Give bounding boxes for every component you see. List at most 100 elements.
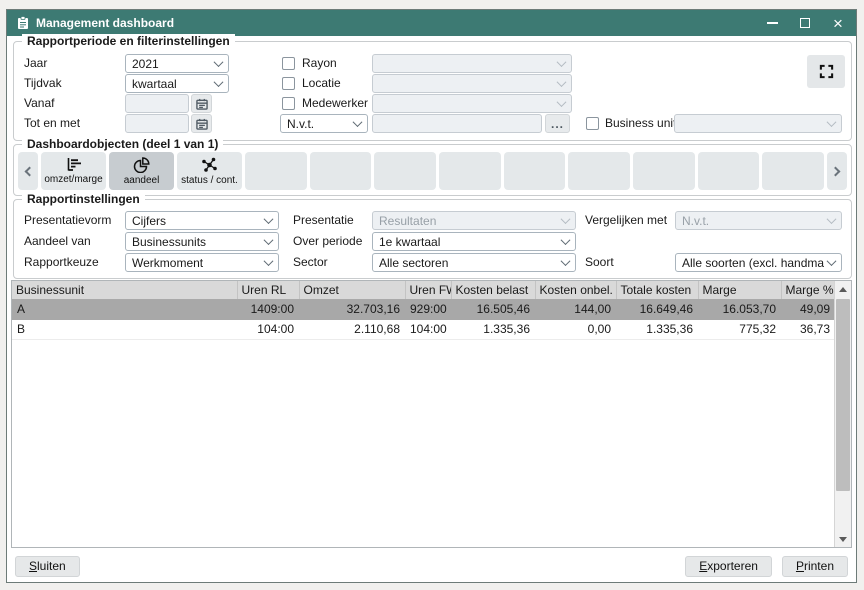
locatie-checkbox[interactable] <box>282 77 295 90</box>
column-header[interactable]: Uren RL <box>237 281 299 299</box>
scroll-left-button[interactable] <box>18 152 38 190</box>
presentatie-select[interactable]: Resultaten <box>372 211 576 230</box>
business-unit-select[interactable] <box>674 114 842 133</box>
table-cell[interactable]: 1409:00 <box>237 299 299 319</box>
section-rapportperiode-legend: Rapportperiode en filterinstellingen <box>22 34 235 48</box>
table-cell[interactable]: 929:00 <box>405 299 451 319</box>
table-cell[interactable]: 104:00 <box>405 319 451 339</box>
dashboard-objects-strip: omzet/marge aandeel status / cont. <box>18 152 847 190</box>
over-periode-select[interactable]: 1e kwartaal <box>372 232 576 251</box>
chevron-down-icon <box>264 214 274 224</box>
tot-en-met-calendar-button[interactable] <box>191 114 212 133</box>
minimize-button[interactable] <box>764 15 780 31</box>
locatie-select[interactable] <box>372 74 572 93</box>
table-cell[interactable]: 1.335,36 <box>616 319 698 339</box>
table-cell[interactable]: 36,73 <box>781 319 835 339</box>
chevron-down-icon <box>827 117 837 127</box>
table-cell[interactable]: 104:00 <box>237 319 299 339</box>
table-row[interactable]: B104:002.110,68104:001.335,360,001.335,3… <box>12 319 835 339</box>
table-cell[interactable]: 16.505,46 <box>451 299 535 319</box>
column-header[interactable]: Kosten belast <box>451 281 535 299</box>
table-cell[interactable]: 144,00 <box>535 299 616 319</box>
fullscreen-button[interactable] <box>807 55 845 88</box>
dashboard-object-slot-empty[interactable] <box>504 152 566 190</box>
vanaf-input[interactable] <box>125 94 189 113</box>
presentatievorm-select[interactable]: Cijfers <box>125 211 279 230</box>
table-cell[interactable]: 2.110,68 <box>299 319 405 339</box>
table-cell[interactable]: 49,09 <box>781 299 835 319</box>
scroll-down-button[interactable] <box>835 531 851 547</box>
filter-value-input[interactable] <box>372 114 542 133</box>
scroll-up-button[interactable] <box>835 281 851 297</box>
table-cell[interactable]: 16.053,70 <box>698 299 781 319</box>
chevron-down-icon <box>264 256 274 266</box>
chevron-left-icon <box>25 166 35 176</box>
dashboard-object-empty-slots <box>245 152 824 190</box>
column-header[interactable]: Marge % <box>781 281 835 299</box>
dashboard-object-slot-empty[interactable] <box>310 152 372 190</box>
dashboard-object-slot-empty[interactable] <box>568 152 630 190</box>
column-header[interactable]: Businessunit <box>12 281 237 299</box>
scrollbar-thumb[interactable] <box>836 299 850 491</box>
locatie-label: Locatie <box>302 74 341 93</box>
close-button[interactable]: × <box>830 15 846 31</box>
maximize-button[interactable] <box>797 15 813 31</box>
dashboard-object-omzet-marge[interactable]: omzet/marge <box>41 152 106 190</box>
over-periode-label: Over periode <box>293 232 362 251</box>
rayon-checkbox[interactable] <box>282 57 295 70</box>
table-cell[interactable]: B <box>12 319 237 339</box>
dashboard-object-status-cont[interactable]: status / cont. <box>177 152 242 190</box>
dashboard-object-slot-empty[interactable] <box>698 152 760 190</box>
column-header[interactable]: Omzet <box>299 281 405 299</box>
sluiten-button[interactable]: Sluiten <box>15 556 80 577</box>
table-cell[interactable]: 32.703,16 <box>299 299 405 319</box>
vertical-scrollbar[interactable] <box>834 281 851 547</box>
rapportkeuze-label: Rapportkeuze <box>24 253 99 272</box>
exporteren-button[interactable]: Exporteren <box>685 556 772 577</box>
rayon-select[interactable] <box>372 54 572 73</box>
column-header[interactable]: Kosten onbel. <box>535 281 616 299</box>
table-row[interactable]: A1409:0032.703,16929:0016.505,46144,0016… <box>12 299 835 319</box>
dashboard-object-slot-empty[interactable] <box>439 152 501 190</box>
table-cell[interactable]: 0,00 <box>535 319 616 339</box>
vanaf-calendar-button[interactable] <box>191 94 212 113</box>
table-cell[interactable]: 775,32 <box>698 319 781 339</box>
column-header[interactable]: Marge <box>698 281 781 299</box>
medewerker-select[interactable] <box>372 94 572 113</box>
dashboard-object-slot-empty[interactable] <box>633 152 695 190</box>
printen-button[interactable]: Printen <box>782 556 848 577</box>
medewerker-checkbox[interactable] <box>282 97 295 110</box>
section-dashboardobjecten-legend: Dashboardobjecten (deel 1 van 1) <box>22 137 223 151</box>
soort-select[interactable]: Alle soorten (excl. handmatig <box>675 253 842 272</box>
rapportkeuze-select[interactable]: Werkmoment <box>125 253 279 272</box>
dashboard-object-slot-empty[interactable] <box>245 152 307 190</box>
browse-button[interactable]: ... <box>545 114 570 133</box>
dashboard-object-aandeel[interactable]: aandeel <box>109 152 174 190</box>
column-header[interactable]: Totale kosten <box>616 281 698 299</box>
scrollbar-track[interactable] <box>835 297 851 531</box>
jaar-select[interactable]: 2021 <box>125 54 229 73</box>
medewerker-label: Medewerker <box>302 94 368 113</box>
tot-en-met-input[interactable] <box>125 114 189 133</box>
vergelijken-met-select[interactable]: N.v.t. <box>675 211 842 230</box>
section-rapportinstellingen: Rapportinstellingen Presentatievorm Cijf… <box>13 199 852 279</box>
chevron-down-icon <box>264 235 274 245</box>
dashboard-object-slot-empty[interactable] <box>374 152 436 190</box>
nvt-select[interactable]: N.v.t. <box>280 114 368 133</box>
chevron-down-icon <box>557 97 567 107</box>
scroll-right-button[interactable] <box>827 152 847 190</box>
table-cell[interactable]: 1.335,36 <box>451 319 535 339</box>
chevron-down-icon <box>561 256 571 266</box>
business-unit-checkbox[interactable] <box>586 117 599 130</box>
chevron-down-icon <box>214 77 224 87</box>
column-header[interactable]: Uren FW <box>405 281 451 299</box>
business-unit-label: Business unit <box>605 114 676 133</box>
table-cell[interactable]: 16.649,46 <box>616 299 698 319</box>
aandeel-van-select[interactable]: Businessunits <box>125 232 279 251</box>
sector-select[interactable]: Alle sectoren <box>372 253 576 272</box>
app-icon <box>17 16 29 30</box>
calendar-icon <box>196 98 208 110</box>
tijdvak-select[interactable]: kwartaal <box>125 74 229 93</box>
table-cell[interactable]: A <box>12 299 237 319</box>
dashboard-object-slot-empty[interactable] <box>762 152 824 190</box>
